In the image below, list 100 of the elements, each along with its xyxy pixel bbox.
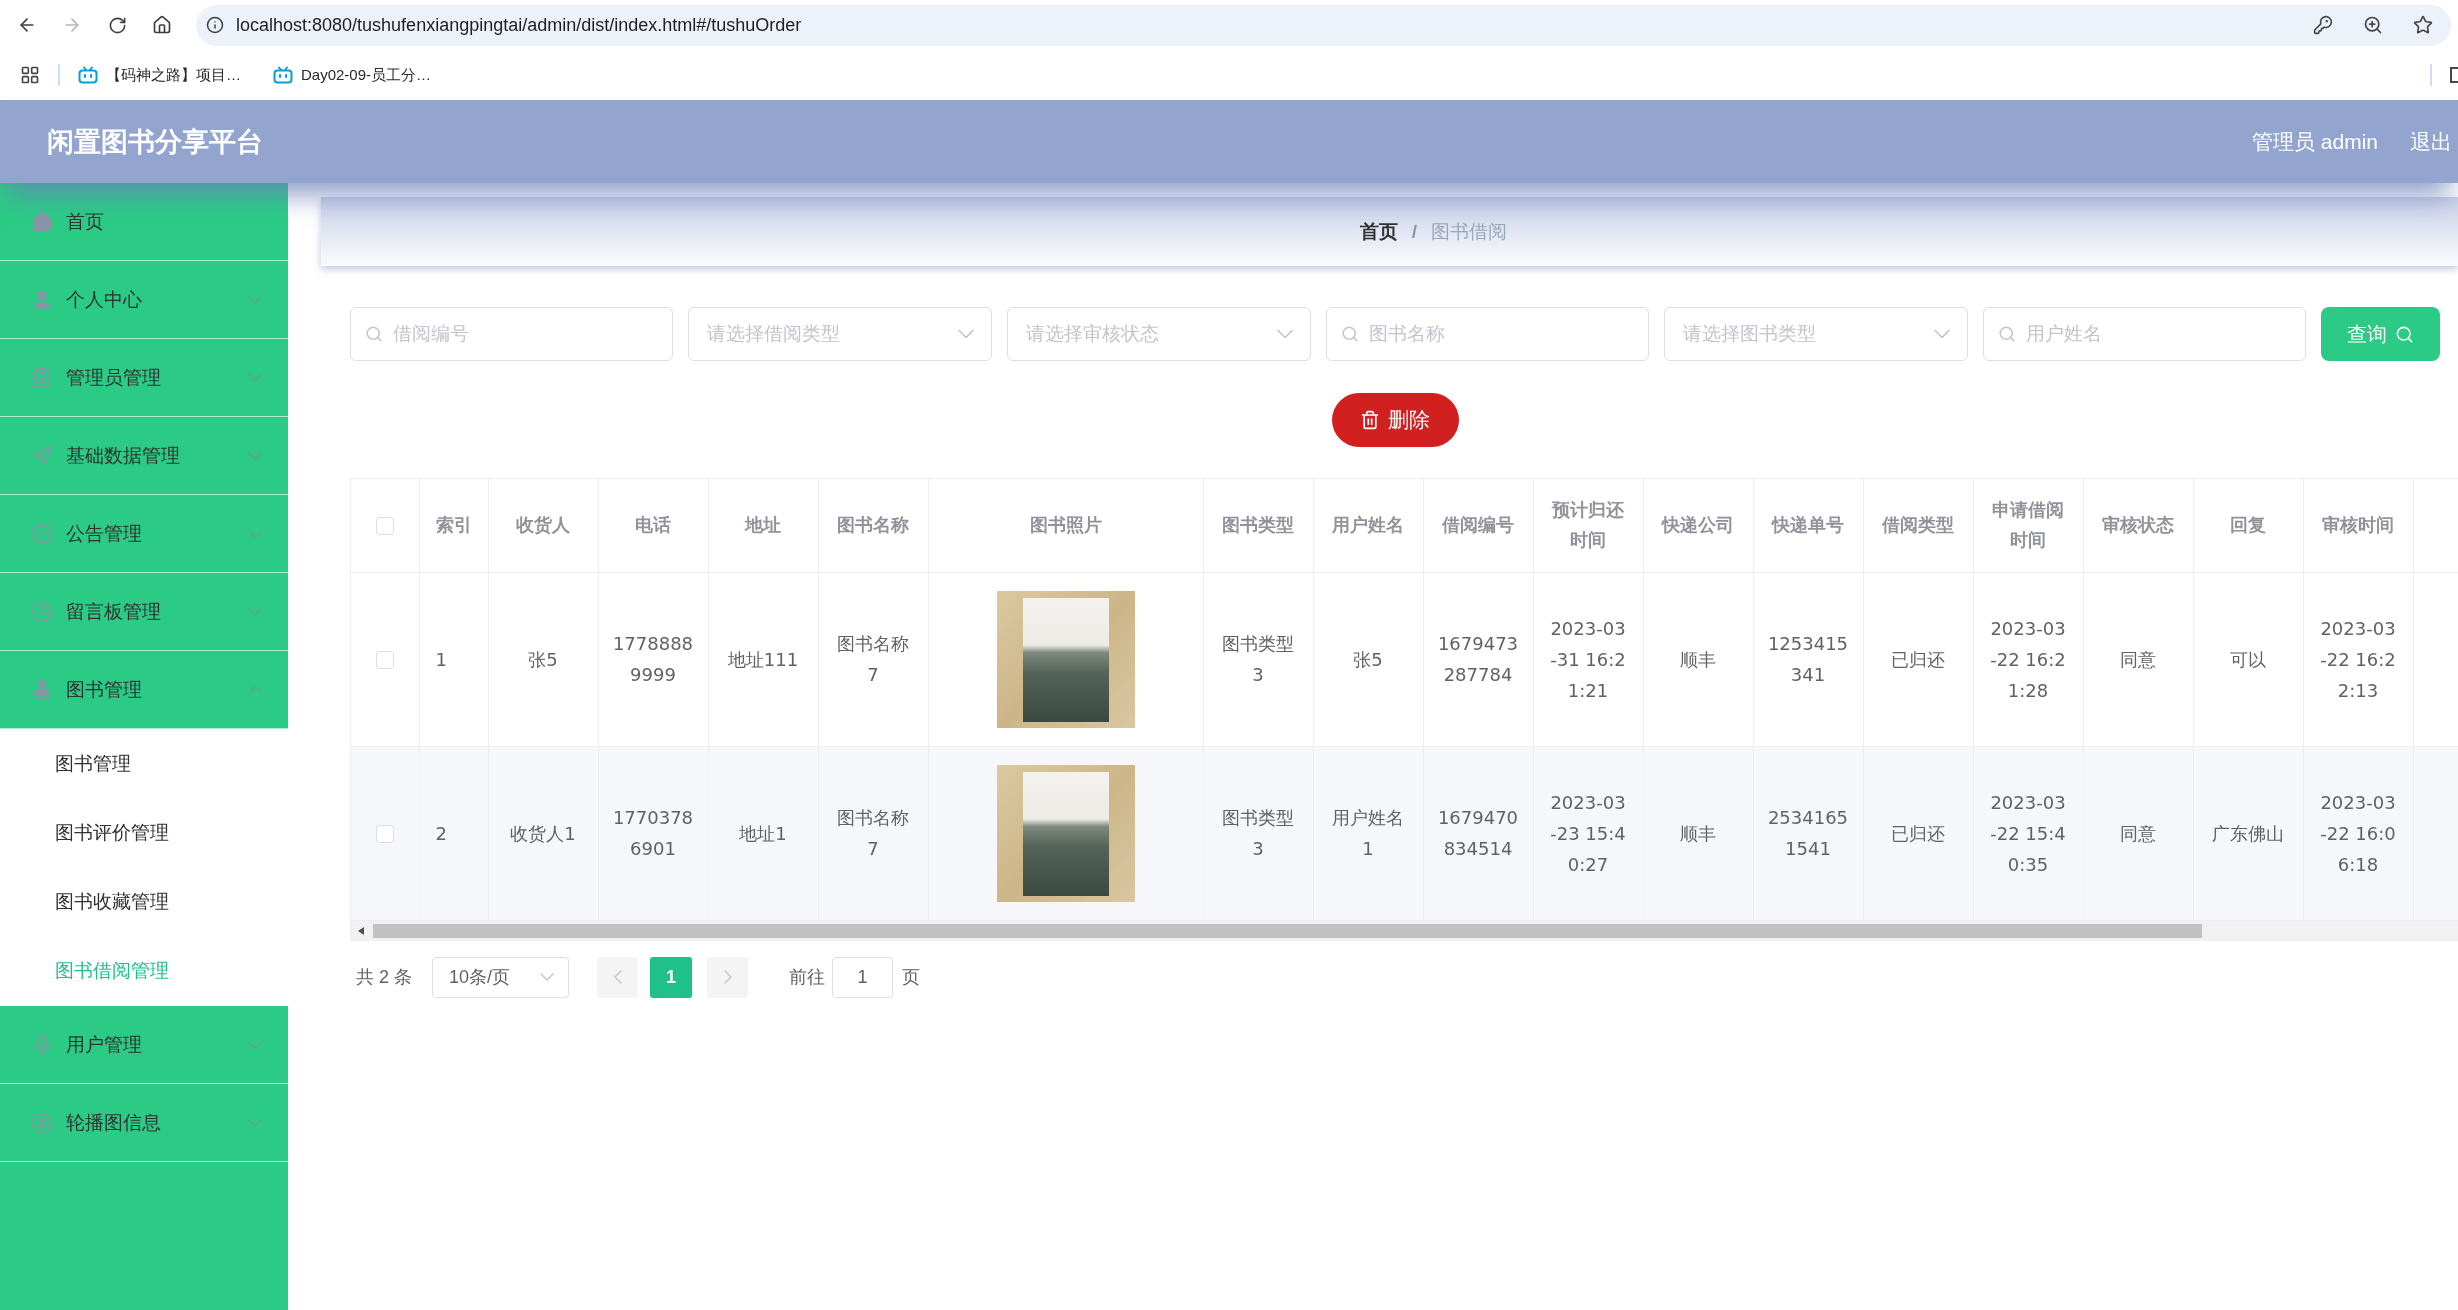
column-header: 申请借阅时间 (1991, 498, 2065, 553)
search-icon (365, 325, 383, 343)
tv-icon (78, 66, 98, 84)
select-field[interactable]: 请选择图书类型 (1664, 307, 1968, 361)
clock-icon (31, 600, 53, 623)
column-header: 预计归还时间 (1550, 498, 1625, 553)
chevron-down-icon (1933, 329, 1950, 339)
zoom-in-icon[interactable] (2363, 15, 2383, 35)
address-bar[interactable]: localhost:8080/tushufenxiangpingtai/admin/dist/index.html#/tushuOrder (196, 4, 2451, 46)
table-cell-text: 收货人1 (510, 821, 576, 846)
column-header: 用户姓名 (1332, 513, 1404, 538)
compass-icon (31, 1111, 53, 1134)
column-header: 借阅类型 (1882, 513, 1954, 538)
home-icon (152, 15, 172, 35)
checkbox[interactable] (375, 650, 394, 669)
checkbox[interactable] (375, 824, 394, 843)
delete-button[interactable]: 删除 (1331, 393, 1459, 447)
column-header: 快递公司 (1662, 513, 1734, 538)
table-cell-text: 1679473287784 (1437, 632, 1519, 687)
search-field[interactable]: 用户姓名 (1983, 307, 2306, 361)
column-header: 图书照片 (1029, 513, 1102, 538)
table-cell-text: 2023-03-22 16:06:18 (2319, 790, 2397, 877)
bookmark-link[interactable]: 【码神之路】项目… (78, 65, 241, 85)
table-cell-text: 广东佛山 (2212, 821, 2284, 846)
horizontal-scrollbar[interactable] (351, 920, 2458, 941)
breadcrumb-link[interactable]: 首页 (1359, 218, 1398, 245)
scroll-left-arrow-icon[interactable] (358, 926, 364, 935)
breadcrumb-current: 图书借阅 (1431, 219, 1508, 244)
chevron-down-icon (957, 329, 974, 339)
search-field[interactable]: 借阅编号 (350, 307, 673, 361)
breadcrumb-separator: / (1411, 220, 1418, 243)
clipboard-icon (31, 366, 53, 389)
table-cell-text: 张5 (528, 647, 558, 672)
reload-icon (107, 15, 127, 35)
column-header: 收货人 (516, 513, 570, 538)
table-cell-text: 张5 (1353, 647, 1383, 672)
home-icon (31, 210, 53, 233)
trash-icon (1360, 410, 1380, 430)
tv-icon (273, 66, 293, 84)
search-icon (1998, 325, 2016, 343)
table-cell-text: 1679470834514 (1437, 806, 1519, 861)
page-input[interactable]: 1 (832, 956, 893, 998)
table-cell-text: 已归还 (1891, 821, 1945, 846)
table-cell-text: 2023-03-22 16:21:28 (1989, 616, 2067, 703)
info-icon (206, 16, 224, 34)
total-count: 共 2 条 (356, 966, 412, 989)
stamp-icon (31, 678, 53, 701)
column-header: 电话 (635, 513, 671, 538)
column-header: 图书类型 (1222, 513, 1294, 538)
table-cell-text: 图书类型3 (1221, 806, 1295, 861)
column-header: 审核时间 (2322, 513, 2394, 538)
table-cell-text: 地址1 (739, 821, 787, 846)
scrollbar-thumb[interactable] (373, 923, 2202, 938)
key-icon[interactable] (2313, 15, 2333, 35)
bookmark-link[interactable]: Day02-09-员工分… (273, 65, 432, 85)
ring-icon (31, 522, 53, 545)
table-cell-text: 顺丰 (1680, 647, 1716, 672)
table-cell-text: 2 (435, 821, 447, 846)
chevron-down-icon (540, 973, 554, 981)
page-suffix: 页 (902, 966, 920, 989)
user-name: 管理员 admin (2251, 128, 2378, 155)
table-cell-text: 同意 (2120, 647, 2156, 672)
table-cell-text: 2023-03-22 15:40:35 (1989, 790, 2067, 877)
column-header: 借阅编号 (1442, 513, 1514, 538)
column-header: 审核状态 (2102, 513, 2174, 538)
star-icon[interactable] (2413, 15, 2433, 35)
column-header: 地址 (745, 513, 781, 538)
search-field[interactable]: 图书名称 (1326, 307, 1649, 361)
chevron-left-icon (613, 970, 622, 984)
navigation-arrow-icon (31, 444, 53, 467)
select-field[interactable]: 请选择审核状态 (1007, 307, 1311, 361)
table-cell-text: 2023-03-31 16:21:21 (1549, 616, 1627, 703)
apps-grid-icon[interactable] (20, 65, 40, 85)
table-cell-text: 1 (435, 647, 447, 672)
table-cell-text: 图书名称7 (836, 806, 910, 861)
search-icon (1341, 325, 1359, 343)
table-cell-text: 25341651541 (1767, 806, 1849, 861)
column-header: 图书名称 (837, 513, 909, 538)
table-cell-text: 17703786901 (612, 806, 694, 861)
table-cell-text: 地址111 (727, 647, 799, 672)
checkbox[interactable] (375, 517, 394, 535)
chevron-right-icon (723, 970, 732, 984)
column-header: 回复 (2230, 513, 2266, 538)
table-cell-text: 1253415341 (1767, 632, 1849, 687)
table-cell-text: 用户姓名1 (1331, 806, 1405, 861)
table-cell-text: 2023-03-22 16:22:13 (2319, 616, 2397, 703)
goto-label: 前往 (789, 966, 825, 989)
table-cell-text: 顺丰 (1680, 821, 1716, 846)
search-icon (2395, 324, 2414, 344)
table-cell-text: 可以 (2230, 647, 2266, 672)
chevron-down-icon (1276, 329, 1293, 339)
table-cell-text: 图书名称7 (836, 632, 910, 687)
url-text: localhost:8080/tushufenxiangpingtai/admin/dist/index.html#/tushuOrder (236, 14, 803, 36)
table-cell-text: 17788889999 (612, 632, 694, 687)
table-cell-text: 2023-03-23 15:40:27 (1549, 790, 1627, 877)
page-size-select[interactable]: 10条/页 (432, 956, 569, 998)
app-title: 闲置图书分享平台 (47, 125, 263, 159)
table-cell-text: 图书类型3 (1221, 632, 1295, 687)
column-header: 快递单号 (1772, 513, 1844, 538)
select-field[interactable]: 请选择借阅类型 (688, 307, 992, 361)
